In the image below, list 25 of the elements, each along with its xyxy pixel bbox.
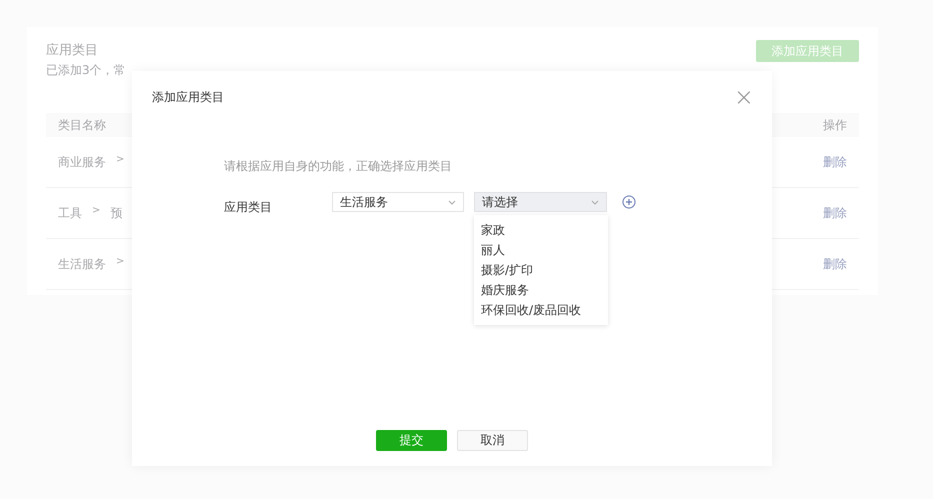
column-header: 类目名称 [58,116,106,134]
separator-text: > [116,256,124,268]
caret-icon [591,200,599,204]
dropdown-option[interactable]: 摄影/扩印 [481,260,601,280]
category-path-text: 工具 [58,204,82,222]
dropdown-option[interactable]: 婚庆服务 [481,280,601,300]
dropdown-option[interactable]: 环保回收/废品回收 [481,300,601,320]
add-circle-icon[interactable] [622,195,636,209]
dialog-title: 添加应用类目 [152,88,224,106]
cancel-button[interactable]: 取消 [457,430,528,451]
subcategory-select[interactable]: 请选择 [474,192,607,212]
separator-text: > [92,204,100,218]
column-header: 操作 [823,116,847,134]
separator-text: > [116,154,124,166]
caret-icon [448,200,456,204]
category-path-text: 商业服务 [58,154,106,170]
category-path-text: 生活服务 [58,256,106,272]
field-label: 应用类目 [224,199,273,216]
section-title: 应用类目 [46,42,99,59]
category-select[interactable]: 生活服务 [332,192,464,212]
dropdown-option[interactable]: 丽人 [481,240,601,260]
category-path-text: 预 [110,204,122,222]
instruction-text: 请根据应用自身的功能，正确选择应用类目 [224,158,453,175]
dropdown-option[interactable]: 家政 [481,220,601,240]
section-subtitle: 已添加3个，常 [46,62,126,79]
